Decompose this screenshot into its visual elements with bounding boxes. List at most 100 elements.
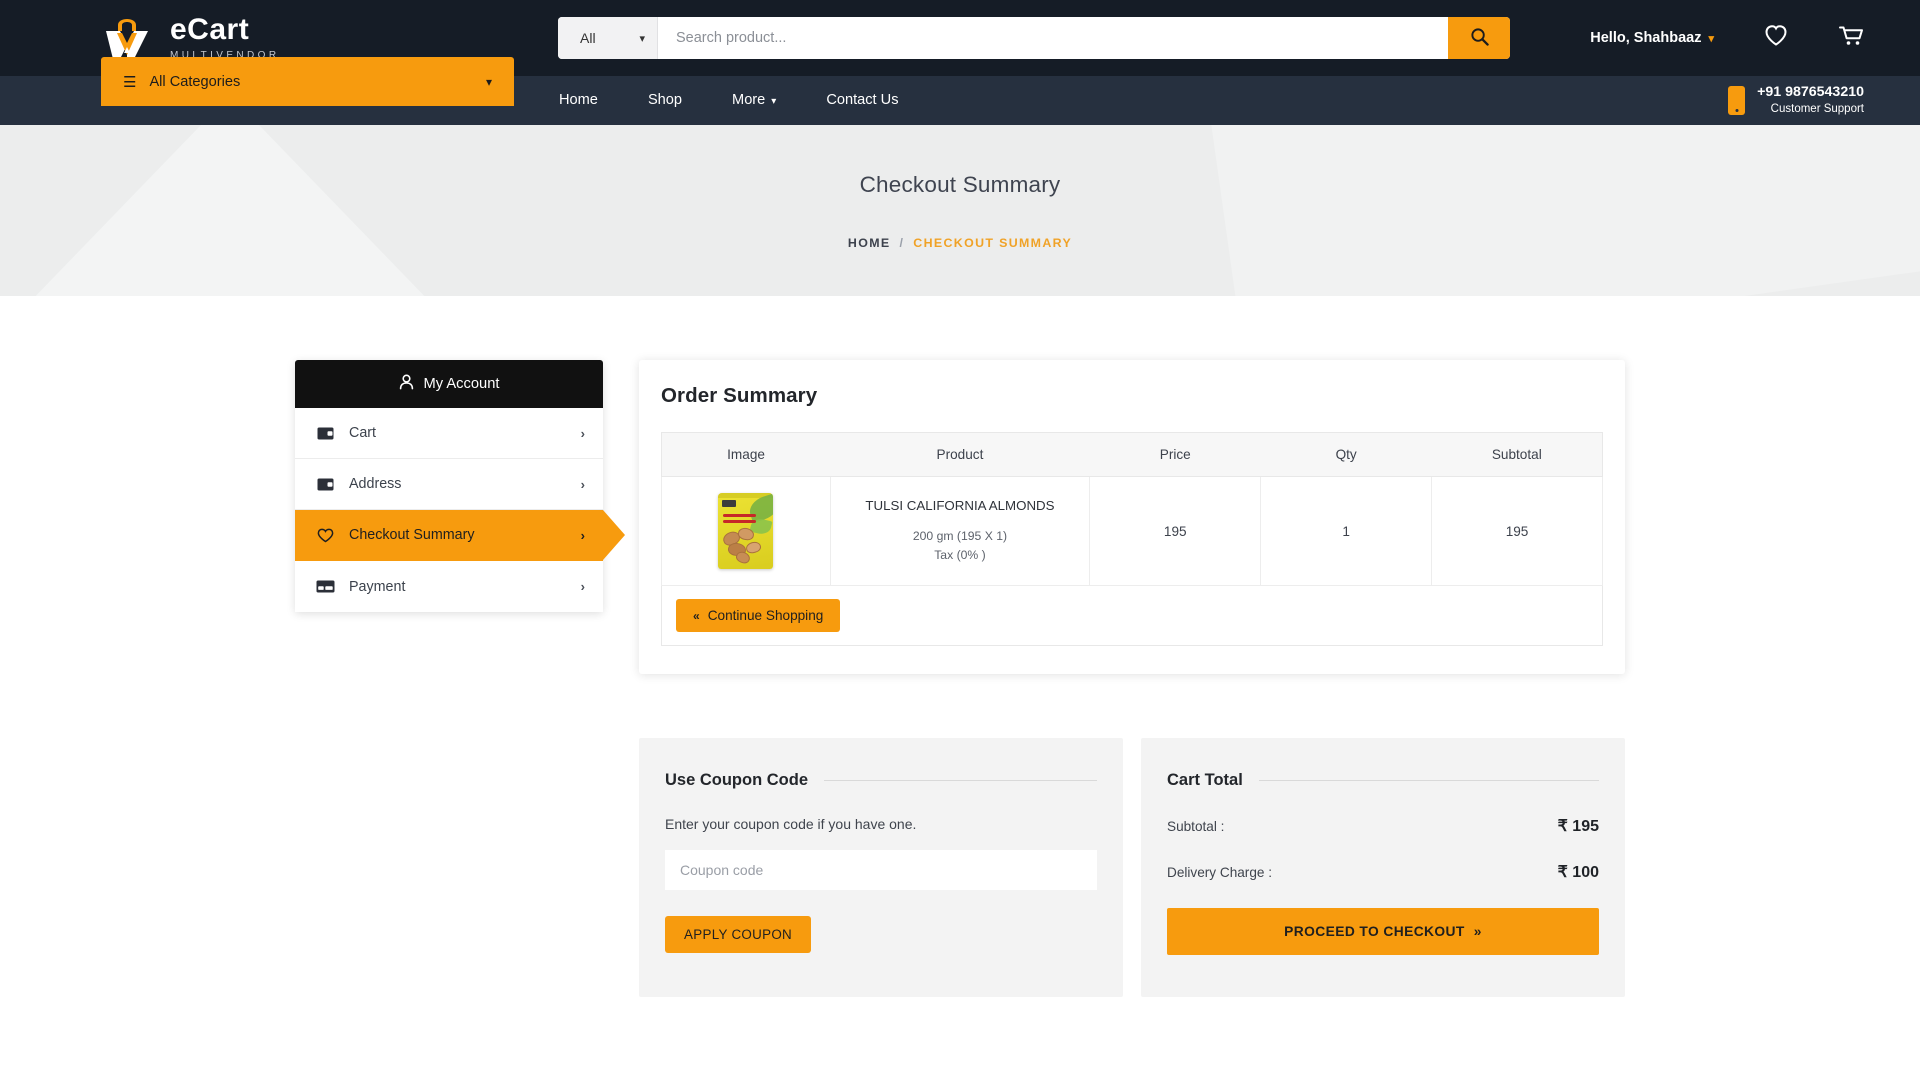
order-summary-table: Image Product Price Qty Subtotal TULSI C… bbox=[661, 432, 1603, 586]
coupon-code-input[interactable] bbox=[665, 850, 1097, 890]
sidebar-item-label: Checkout Summary bbox=[349, 527, 475, 543]
nav-item-label: Shop bbox=[647, 92, 683, 108]
heart-icon bbox=[1764, 24, 1788, 52]
cart-icon bbox=[1838, 24, 1864, 52]
nav-links: Home Shop More ▾ Contact Us bbox=[534, 76, 924, 125]
header-right-actions: Hello, Shahbaaz ▾ bbox=[1590, 0, 1864, 76]
customer-support-block[interactable]: +91 9876543210 Customer Support bbox=[1728, 76, 1864, 125]
phone-icon bbox=[1728, 86, 1746, 115]
order-summary-panel: Order Summary Image Product Price Qty Su… bbox=[639, 360, 1625, 674]
apply-coupon-button[interactable]: APPLY COUPON bbox=[665, 916, 812, 953]
sidebar-item-payment[interactable]: Payment › bbox=[295, 561, 603, 612]
divider bbox=[824, 780, 1097, 781]
column-header-subtotal: Subtotal bbox=[1431, 432, 1603, 477]
all-categories-label: All Categories bbox=[149, 73, 241, 90]
wishlist-button[interactable] bbox=[1764, 24, 1788, 52]
delivery-charge-label: Delivery Charge : bbox=[1167, 865, 1273, 880]
wallet-icon bbox=[315, 478, 335, 491]
continue-shopping-label: Continue Shopping bbox=[707, 608, 824, 623]
nav-item-label: Contact Us bbox=[826, 92, 899, 108]
main-navbar: ☰ All Categories ▾ Home Shop More ▾ Cont… bbox=[0, 57, 1920, 125]
breadcrumb: HOME / CHECKOUT SUMMARY bbox=[848, 236, 1072, 250]
table-footer: « Continue Shopping bbox=[661, 586, 1603, 646]
proceed-to-checkout-label: PROCEED TO CHECKOUT bbox=[1284, 924, 1465, 939]
checkout-content: Order Summary Image Product Price Qty Su… bbox=[639, 360, 1625, 997]
heart-icon bbox=[315, 528, 335, 543]
breadcrumb-separator: / bbox=[899, 235, 905, 250]
totals-row: Use Coupon Code Enter your coupon code i… bbox=[639, 738, 1625, 997]
page-banner: Checkout Summary HOME / CHECKOUT SUMMARY bbox=[0, 125, 1920, 296]
sidebar-header-label: My Account bbox=[423, 376, 500, 392]
cart-total-box: Cart Total Subtotal : ₹ 195 Delivery Cha… bbox=[1141, 738, 1625, 997]
chevron-right-icon: › bbox=[580, 527, 585, 543]
continue-shopping-button[interactable]: « Continue Shopping bbox=[676, 599, 841, 632]
sidebar-item-label: Cart bbox=[349, 425, 377, 441]
account-menu[interactable]: Hello, Shahbaaz ▾ bbox=[1590, 30, 1714, 46]
total-row-subtotal: Subtotal : ₹ 195 bbox=[1167, 816, 1599, 836]
column-header-price: Price bbox=[1089, 432, 1261, 477]
cell-qty: 1 bbox=[1260, 476, 1433, 586]
support-phone-number: +91 9876543210 bbox=[1757, 84, 1864, 101]
account-sidebar: My Account Cart › Address › Checkout Sum… bbox=[295, 360, 625, 997]
breadcrumb-current: CHECKOUT SUMMARY bbox=[913, 235, 1073, 250]
sidebar-item-label: Address bbox=[349, 476, 402, 492]
column-header-image: Image bbox=[661, 432, 831, 477]
cell-price: 195 bbox=[1089, 476, 1262, 586]
product-image bbox=[718, 493, 774, 569]
subtotal-value: ₹ 195 bbox=[1557, 818, 1599, 835]
logo-name: eCart bbox=[170, 13, 250, 46]
proceed-to-checkout-button[interactable]: PROCEED TO CHECKOUT » bbox=[1167, 908, 1599, 955]
table-header-row: Image Product Price Qty Subtotal bbox=[661, 432, 1603, 477]
sidebar-item-address[interactable]: Address › bbox=[295, 459, 603, 510]
search-category-value: All bbox=[580, 30, 596, 46]
double-chevron-right-icon: » bbox=[1473, 924, 1482, 939]
support-label: Customer Support bbox=[1770, 103, 1864, 116]
product-name: TULSI CALIFORNIA ALMONDS bbox=[865, 498, 1055, 514]
sidebar-header: My Account bbox=[295, 360, 603, 408]
column-header-product: Product bbox=[830, 432, 1090, 477]
coupon-box: Use Coupon Code Enter your coupon code i… bbox=[639, 738, 1123, 997]
hamburger-icon: ☰ bbox=[123, 73, 136, 91]
chevron-down-icon: ▾ bbox=[485, 74, 492, 89]
nav-item-label: Home bbox=[559, 92, 598, 108]
chevron-right-icon: › bbox=[580, 476, 585, 492]
sidebar-item-label: Payment bbox=[349, 578, 406, 595]
all-categories-dropdown[interactable]: ☰ All Categories ▾ bbox=[101, 57, 514, 106]
account-greeting: Hello, Shahbaaz bbox=[1590, 30, 1702, 46]
nav-item-contact-us[interactable]: Contact Us bbox=[801, 76, 923, 125]
coupon-note: Enter your coupon code if you have one. bbox=[665, 816, 917, 832]
search-category-select[interactable]: All ▾ bbox=[558, 17, 658, 59]
cell-product-image bbox=[661, 476, 831, 586]
column-header-qty: Qty bbox=[1260, 432, 1432, 477]
divider bbox=[1258, 780, 1599, 781]
page-title: Checkout Summary bbox=[859, 171, 1061, 197]
subtotal-label: Subtotal : bbox=[1167, 819, 1225, 834]
chevron-down-icon: ▾ bbox=[639, 32, 645, 45]
search-input[interactable] bbox=[658, 17, 1448, 59]
sidebar-item-cart[interactable]: Cart › bbox=[295, 408, 603, 459]
nav-item-label: More bbox=[732, 92, 766, 108]
search-icon bbox=[1470, 27, 1489, 49]
nav-item-home[interactable]: Home bbox=[534, 76, 623, 125]
table-row: TULSI CALIFORNIA ALMONDS 200 gm (195 X 1… bbox=[661, 476, 1603, 586]
sidebar-item-checkout-summary[interactable]: Checkout Summary › bbox=[295, 510, 625, 561]
wallet-icon bbox=[315, 427, 335, 440]
breadcrumb-home[interactable]: HOME bbox=[848, 236, 891, 250]
main-content: My Account Cart › Address › Checkout Sum… bbox=[0, 296, 1920, 1080]
credit-card-icon bbox=[315, 580, 335, 593]
search-button[interactable] bbox=[1448, 17, 1510, 59]
chevron-right-icon: › bbox=[580, 425, 585, 441]
cart-button[interactable] bbox=[1838, 24, 1864, 52]
cell-subtotal: 195 bbox=[1431, 476, 1603, 586]
delivery-charge-value: ₹ 100 bbox=[1557, 864, 1599, 881]
cell-product-details: TULSI CALIFORNIA ALMONDS 200 gm (195 X 1… bbox=[829, 476, 1091, 586]
coupon-title: Use Coupon Code bbox=[665, 771, 808, 789]
order-summary-title: Order Summary bbox=[661, 384, 818, 407]
product-tax: Tax (0% ) bbox=[934, 547, 986, 562]
nav-item-more[interactable]: More ▾ bbox=[707, 76, 801, 125]
chevron-right-icon: › bbox=[580, 579, 585, 594]
user-icon bbox=[399, 374, 414, 394]
nav-item-shop[interactable]: Shop bbox=[623, 76, 707, 125]
chevron-down-icon: ▾ bbox=[771, 96, 777, 107]
chevron-down-icon: ▾ bbox=[1708, 32, 1714, 45]
